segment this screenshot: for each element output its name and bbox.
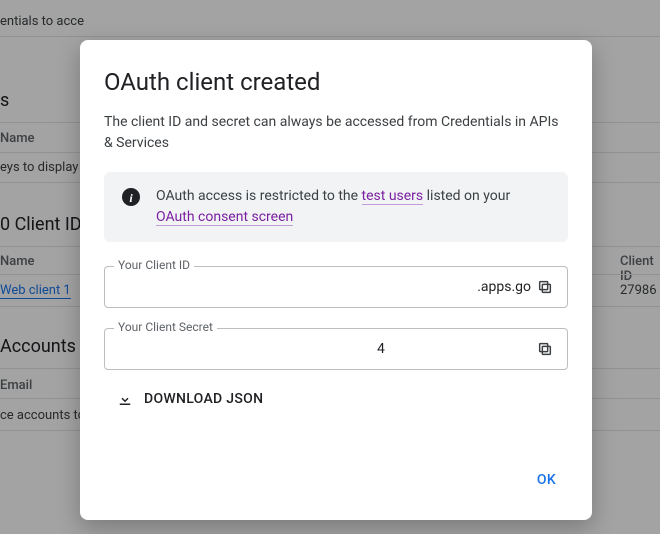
client-id-suffix: .apps.go <box>477 279 531 295</box>
dialog-intro: The client ID and secret can always be a… <box>104 112 568 154</box>
oauth-created-dialog: OAuth client created The client ID and s… <box>80 40 592 520</box>
client-secret-label: Your Client Secret <box>114 320 217 334</box>
dialog-title: OAuth client created <box>104 68 568 96</box>
info-icon <box>122 188 140 206</box>
ok-button[interactable]: OK <box>525 464 568 496</box>
copy-icon <box>537 341 553 357</box>
copy-icon <box>537 279 553 295</box>
test-users-link[interactable]: test users <box>362 188 424 205</box>
copy-client-secret-button[interactable] <box>531 335 559 363</box>
restriction-notice: OAuth access is restricted to the test u… <box>104 172 568 242</box>
client-secret-suffix: 4 <box>377 341 531 357</box>
download-icon <box>116 390 134 408</box>
copy-client-id-button[interactable] <box>531 273 559 301</box>
download-json-label: DOWNLOAD JSON <box>144 391 263 407</box>
download-json-button[interactable]: DOWNLOAD JSON <box>116 390 568 408</box>
client-id-field: Your Client ID .apps.go <box>104 266 568 308</box>
client-id-label: Your Client ID <box>114 258 194 272</box>
consent-screen-link[interactable]: OAuth consent screen <box>156 209 293 226</box>
client-secret-field: Your Client Secret 4 <box>104 328 568 370</box>
notice-text-pre: OAuth access is restricted to the <box>156 188 362 204</box>
notice-text-mid: listed on your <box>423 188 510 204</box>
